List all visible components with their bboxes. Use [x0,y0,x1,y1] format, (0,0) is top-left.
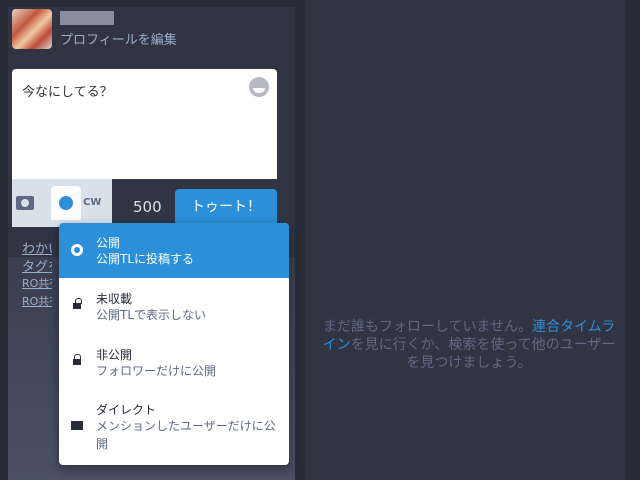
hint-link[interactable]: わかいやすい [22,238,52,257]
empty-message-text: を見に行くか、検索を使って他のユーザーを見つけましょう。 [350,337,616,371]
privacy-button[interactable] [51,186,81,220]
option-title: 未収載 [96,292,133,306]
cw-button[interactable]: CW [83,197,101,208]
option-description: メンションしたユーザーだけに公開 [96,419,276,451]
scrollbar-track [625,0,640,480]
privacy-dropdown: 公開 公開TLに投稿する 未収載 公開TLで表示しない 非公開 フォロワーだけに… [59,223,289,465]
home-timeline-column: まだ誰もフォローしていません。連合タイムラインを見に行くか、検索を使って他のユー… [305,0,625,480]
hint-link[interactable]: RO共有 [22,275,52,291]
compose-textarea[interactable]: 今なにしてる？ [12,69,277,179]
display-name-redacted [60,11,114,25]
privacy-option-unlisted[interactable]: 未収載 公開TLで表示しない [59,280,289,335]
option-title: ダイレクト [96,403,157,417]
compose-placeholder: 今なにしてる？ [22,85,113,100]
lock-icon [73,354,81,365]
option-description: 公開TLに投稿する [96,252,195,266]
character-counter: 500 [133,198,162,216]
hint-link[interactable]: タグをつける [22,256,52,275]
option-title: 公開 [96,236,121,250]
envelope-icon [71,421,83,430]
option-title: 非公開 [96,348,133,362]
option-description: 公開TLで表示しない [96,308,207,322]
privacy-option-public[interactable]: 公開 公開TLに投稿する [59,223,289,278]
toot-button[interactable]: トゥート！ [175,189,277,225]
globe-icon [59,196,73,210]
emoji-picker-icon[interactable] [249,77,269,97]
unlock-icon [73,298,82,309]
navigation-bar: プロフィールを編集 [12,9,272,49]
globe-icon [71,244,83,256]
option-description: フォロワーだけに公開 [96,364,217,378]
avatar[interactable] [12,9,52,49]
empty-message-text: まだ誰もフォローしていません。 [322,319,533,335]
camera-icon[interactable] [16,196,34,210]
edit-profile-link[interactable]: プロフィールを編集 [60,29,177,48]
privacy-option-direct[interactable]: ダイレクト メンションしたユーザーだけに公開 [59,391,289,465]
empty-timeline-message: まだ誰もフォローしていません。連合タイムラインを見に行くか、検索を使って他のユー… [319,318,619,372]
privacy-option-private[interactable]: 非公開 フォロワーだけに公開 [59,336,289,391]
hint-link[interactable]: RO共有 [22,293,52,309]
